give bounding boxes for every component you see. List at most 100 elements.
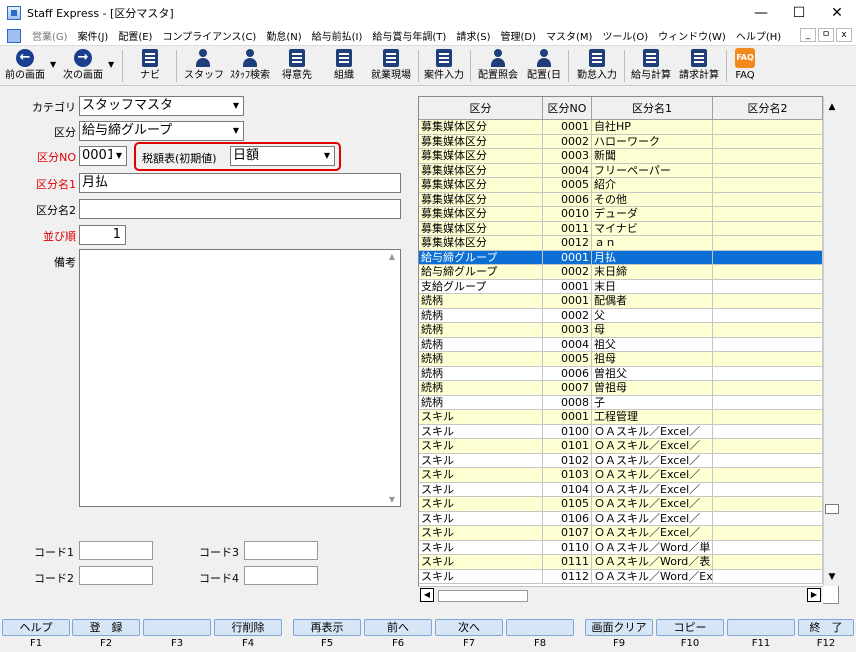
grid-horizontal-scrollbar[interactable]: ◀ ▶ [418, 586, 823, 604]
table-row[interactable]: 続柄 0005 祖母 [419, 352, 823, 367]
billing-calc-button[interactable]: 請求計算 [676, 47, 722, 85]
table-row[interactable]: 給与締グループ 0002 末日締 [419, 265, 823, 280]
scroll-down-icon[interactable]: ▼ [384, 495, 400, 504]
staff-search-button[interactable]: ｽﾀｯﾌ検索 [226, 47, 274, 85]
f4-delete-row-button[interactable]: 行削除 F4 [214, 619, 282, 651]
mdi-minimize-button[interactable]: _ [800, 28, 816, 42]
scroll-thumb[interactable] [438, 590, 528, 602]
chevron-down-icon[interactable]: ▼ [229, 122, 243, 140]
code4-input[interactable] [244, 566, 318, 585]
name2-input[interactable] [79, 199, 401, 219]
client-button[interactable]: 得意先 [278, 47, 316, 85]
category-select[interactable]: スタッフマスタ ▼ [79, 96, 244, 116]
f6-prev-button[interactable]: 前へ F6 [364, 619, 432, 651]
menu-master[interactable]: マスタ(M) [541, 28, 597, 43]
code1-input[interactable] [79, 541, 153, 560]
menu-attendance[interactable]: 勤怠(N) [261, 28, 306, 43]
menu-admin[interactable]: 管理(D) [495, 28, 541, 43]
table-row[interactable]: 続柄 0006 曽祖父 [419, 366, 823, 381]
navi-button[interactable]: ナビ [132, 47, 168, 85]
table-row[interactable]: 募集媒体区分 0006 その他 [419, 192, 823, 207]
work-site-button[interactable]: 就業現場 [368, 47, 414, 85]
chevron-down-icon[interactable]: ▼ [320, 147, 334, 165]
staff-button[interactable]: スタッフ [184, 47, 224, 85]
table-row[interactable]: スキル 0001 工程管理 [419, 410, 823, 425]
table-row[interactable]: 募集媒体区分 0005 紹介 [419, 178, 823, 193]
chevron-down-icon[interactable]: ▼ [229, 97, 243, 115]
assign-daily-button[interactable]: 配置(日 [524, 47, 564, 85]
table-row[interactable]: 続柄 0008 子 [419, 395, 823, 410]
table-row[interactable]: 続柄 0007 曽祖母 [419, 381, 823, 396]
table-row[interactable]: 続柄 0002 父 [419, 308, 823, 323]
menu-billing[interactable]: 請求(S) [451, 28, 495, 43]
grid-header-kubun-no[interactable]: 区分NO [543, 97, 592, 120]
minimize-button[interactable]: — [742, 0, 780, 26]
code2-input[interactable] [79, 566, 153, 585]
tax-table-select[interactable]: 日額 ▼ [230, 146, 335, 166]
menu-sales[interactable]: 営業(G) [27, 28, 73, 43]
f5-refresh-button[interactable]: 再表示 F5 [293, 619, 361, 651]
grid-header-name1[interactable]: 区分名1 [592, 97, 713, 120]
menu-assign[interactable]: 配置(E) [113, 28, 157, 43]
scroll-thumb[interactable] [825, 504, 839, 514]
grid-vertical-scrollbar[interactable]: ▲ ▼ [823, 96, 839, 586]
prev-screen-button[interactable]: ← 前の画面 [2, 47, 48, 85]
table-row[interactable]: スキル 0103 ＯＡスキル／Excel／ [419, 468, 823, 483]
f2-register-button[interactable]: 登 録 F2 [72, 619, 140, 651]
menu-payroll[interactable]: 給与賞与年調(T) [367, 28, 451, 43]
mdi-close-button[interactable]: x [836, 28, 852, 42]
table-row[interactable]: スキル 0106 ＯＡスキル／Excel／ [419, 511, 823, 526]
f12-exit-button[interactable]: 終 了 F12 [798, 619, 854, 651]
menu-compliance[interactable]: コンプライアンス(C) [157, 28, 261, 43]
table-row[interactable]: 募集媒体区分 0011 マイナビ [419, 221, 823, 236]
chevron-down-icon[interactable]: ▼ [112, 147, 126, 165]
menu-advance-pay[interactable]: 給与前払(I) [307, 28, 368, 43]
faq-button[interactable]: FAQ FAQ [730, 47, 760, 85]
f3-button[interactable]: F3 [143, 619, 211, 651]
f8-button[interactable]: F8 [506, 619, 574, 651]
scroll-up-icon[interactable]: ▲ [384, 252, 400, 261]
kubun-grid[interactable]: 区分 区分NO 区分名1 区分名2 募集媒体区分 0001 自社HP 募集媒体区分 00… [418, 96, 839, 604]
f11-button[interactable]: F11 [727, 619, 795, 651]
table-row[interactable]: 募集媒体区分 0004 フリーペーパー [419, 163, 823, 178]
table-row[interactable]: 続柄 0003 母 [419, 323, 823, 338]
attendance-input-button[interactable]: 勤怠入力 [574, 47, 620, 85]
table-row[interactable]: 募集媒体区分 0001 自社HP [419, 120, 823, 135]
table-row[interactable]: スキル 0111 ＯＡスキル／Word／表 [419, 555, 823, 570]
scroll-down-icon[interactable]: ▼ [824, 572, 840, 582]
table-row[interactable]: スキル 0101 ＯＡスキル／Excel／ [419, 439, 823, 454]
org-button[interactable]: 組織 [326, 47, 362, 85]
table-row[interactable]: 続柄 0004 祖父 [419, 337, 823, 352]
memo-textarea[interactable]: ▲ ▼ [79, 249, 401, 507]
table-row[interactable]: スキル 0104 ＯＡスキル／Excel／ [419, 482, 823, 497]
table-row[interactable]: スキル 0112 ＯＡスキル／Word／Ex [419, 569, 823, 584]
assign-inquiry-button[interactable]: 配置照会 [476, 47, 520, 85]
table-row[interactable]: スキル 0105 ＯＡスキル／Excel／ [419, 497, 823, 512]
f9-clear-screen-button[interactable]: 画面クリア F9 [585, 619, 653, 651]
scroll-up-icon[interactable]: ▲ [824, 102, 840, 112]
close-button[interactable]: ✕ [818, 0, 856, 26]
scroll-left-icon[interactable]: ◀ [420, 588, 434, 602]
kubun-no-select[interactable]: 0001 ▼ [79, 146, 127, 166]
grid-header-name2[interactable]: 区分名2 [713, 97, 823, 120]
maximize-button[interactable]: ☐ [780, 0, 818, 26]
table-row[interactable]: 募集媒体区分 0010 デューダ [419, 207, 823, 222]
next-screen-button[interactable]: → 次の画面 [60, 47, 106, 85]
table-row[interactable]: 募集媒体区分 0002 ハローワーク [419, 134, 823, 149]
table-row[interactable]: 支給グループ 0001 末日 [419, 279, 823, 294]
order-input[interactable]: 1 [79, 225, 126, 245]
menu-window[interactable]: ウィンドウ(W) [653, 28, 731, 43]
f1-help-button[interactable]: ヘルプ F1 [2, 619, 70, 651]
payroll-calc-button[interactable]: 給与計算 [628, 47, 674, 85]
menu-case[interactable]: 案件(J) [73, 28, 114, 43]
mdi-restore-button[interactable]: ㅁ [818, 28, 834, 42]
code3-input[interactable] [244, 541, 318, 560]
table-row[interactable]: 続柄 0001 配偶者 [419, 294, 823, 309]
kubun-select[interactable]: 給与締グループ ▼ [79, 121, 244, 141]
f7-next-button[interactable]: 次へ F7 [435, 619, 503, 651]
memo-scrollbar[interactable]: ▲ ▼ [384, 250, 400, 506]
case-input-button[interactable]: 案件入力 [422, 47, 466, 85]
table-row[interactable]: 募集媒体区分 0012 ａｎ [419, 236, 823, 251]
menu-tools[interactable]: ツール(O) [597, 28, 653, 43]
table-row[interactable]: スキル 0100 ＯＡスキル／Excel／ [419, 424, 823, 439]
